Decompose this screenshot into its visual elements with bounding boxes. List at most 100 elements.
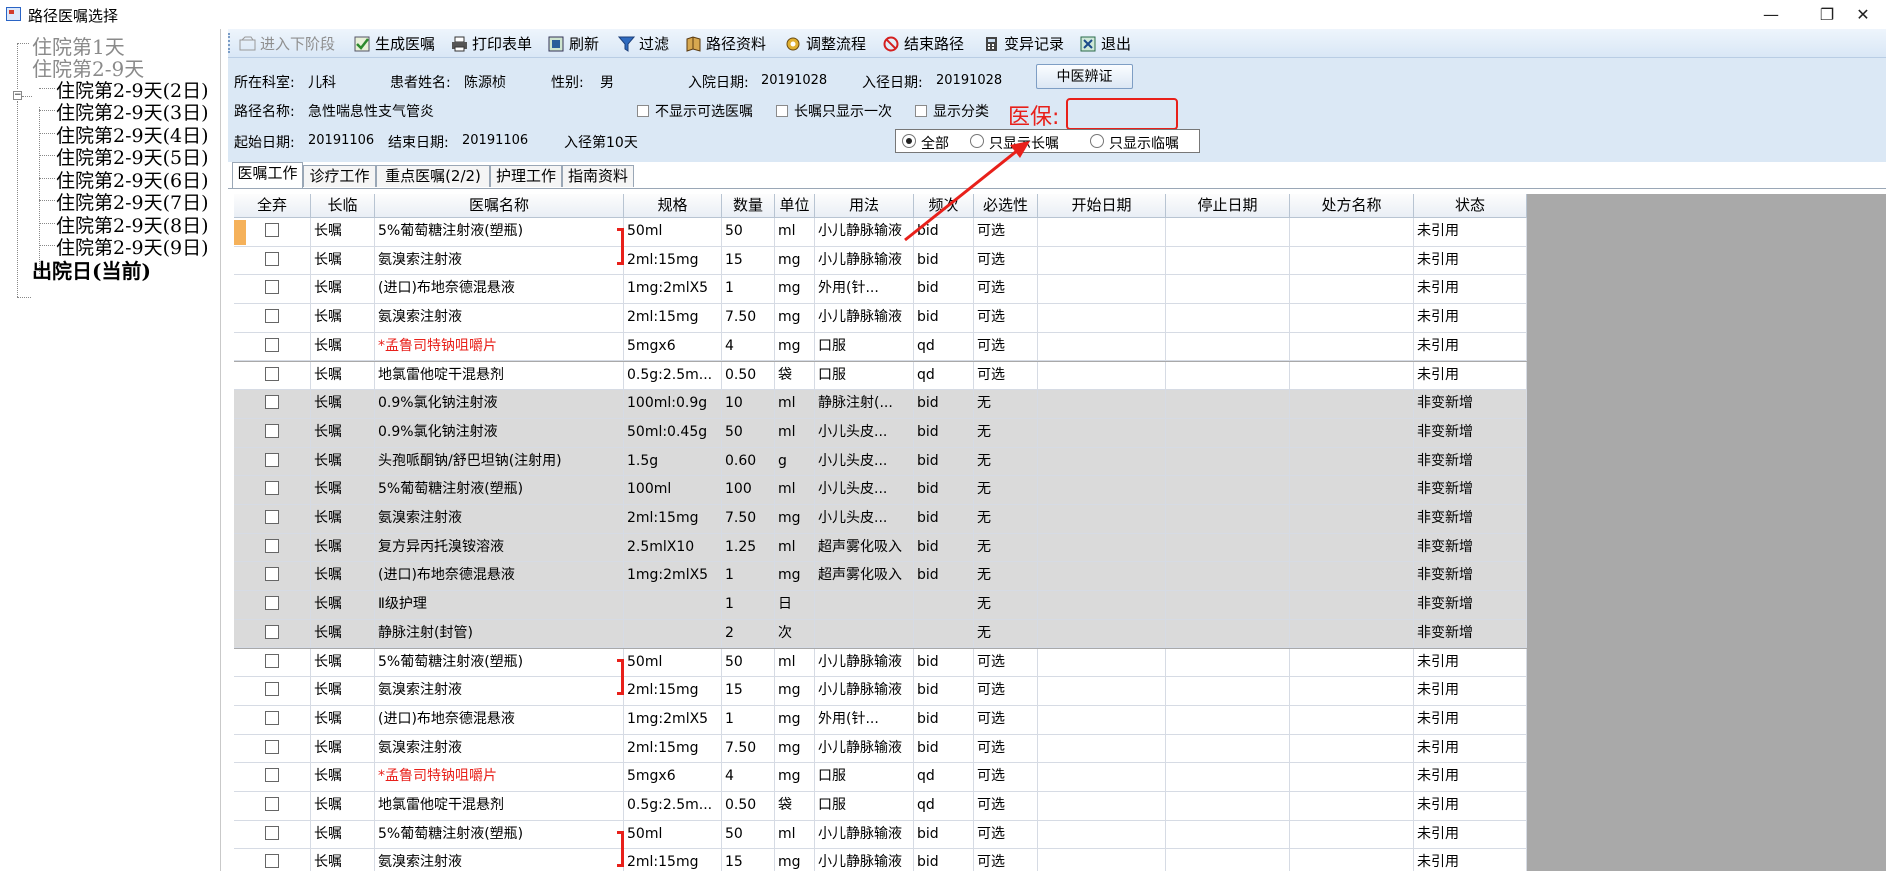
tcm-diagnosis-button[interactable]: 中医辨证 (1036, 64, 1133, 89)
column-header-name[interactable]: 医嘱名称 (375, 194, 624, 218)
discard-checkbox[interactable] (265, 710, 279, 725)
column-header-status[interactable]: 状态 (1414, 194, 1527, 218)
column-header-required[interactable]: 必选性 (974, 194, 1038, 218)
variance-record-button[interactable]: 变异记录 (983, 33, 1064, 53)
cell-status: 非变新增 (1414, 505, 1527, 534)
long-once-checkbox[interactable] (776, 105, 788, 117)
show-category-checkbox[interactable] (915, 105, 927, 117)
discard-checkbox[interactable] (265, 452, 279, 467)
radio-all[interactable] (902, 134, 916, 148)
end-path-button[interactable]: 结束路径 (883, 33, 964, 53)
column-header-usage[interactable]: 用法 (815, 194, 914, 218)
calculator-icon (983, 36, 1000, 52)
cell-stop (1166, 820, 1290, 850)
cell-name: 5%葡萄糖注射液(塑瓶) (375, 218, 624, 247)
adjust-flow-button[interactable]: 调整流程 (785, 33, 866, 53)
cell-stop (1166, 304, 1290, 333)
discard-checkbox[interactable] (265, 481, 279, 496)
cell-start (1038, 533, 1166, 563)
discard-checkbox[interactable] (265, 510, 279, 524)
table-row[interactable]: 长嘱 *孟鲁司特钠咀嚼片 5mgx6 4 mg 口服 qd 可选 未引用 (234, 332, 1527, 362)
tab-nursing[interactable]: 护理工作 (490, 165, 562, 187)
refresh-icon (548, 36, 565, 52)
discard-checkbox[interactable] (265, 280, 279, 295)
table-row[interactable]: 长嘱 5%葡萄糖注射液(塑瓶) 50ml 50 ml 小儿静脉输液 bid 可选 未引用 (234, 648, 1527, 678)
discard-checkbox[interactable] (265, 538, 279, 553)
discard-checkbox[interactable] (265, 825, 279, 840)
radio-temp-only[interactable] (1090, 134, 1104, 148)
discard-checkbox[interactable] (265, 653, 279, 668)
discard-checkbox[interactable] (265, 423, 279, 438)
table-row[interactable]: 长嘱 (进口)布地奈德混悬液 1mg:2mlX5 1 mg 外用(针... bid 可选 未引用 (234, 705, 1527, 735)
discard-checkbox[interactable] (265, 337, 279, 352)
table-row[interactable]: 长嘱 氨溴索注射液 2ml:15mg 7.50 mg 小儿静脉输液 bid 可选 未引用 (234, 304, 1527, 333)
cell-usage: 小儿静脉输液 (815, 246, 914, 276)
table-row[interactable]: 长嘱 (进口)布地奈德混悬液 1mg:2mlX5 1 mg 超声雾化吸入 bid 无 非变新增 (234, 562, 1527, 592)
tab-diagnosis[interactable]: 诊疗工作 (303, 165, 376, 187)
discard-cell (234, 763, 311, 792)
discard-checkbox[interactable] (265, 797, 279, 811)
column-header-freq[interactable]: 频次 (914, 194, 974, 218)
discard-checkbox[interactable] (265, 395, 279, 410)
table-row[interactable]: 长嘱 氨溴索注射液 2ml:15mg 15 mg 小儿静脉输液 bid 可选 未引用 (234, 677, 1527, 706)
table-row[interactable]: 长嘱 静脉注射(封管) 2 次 无 非变新增 (234, 619, 1527, 649)
column-header-rx[interactable]: 处方名称 (1290, 194, 1414, 218)
table-row[interactable]: 长嘱 5%葡萄糖注射液(塑瓶) 50ml 50 ml 小儿静脉输液 bid 可选 未引用 (234, 820, 1527, 850)
yibao-input[interactable] (1066, 98, 1178, 130)
discard-checkbox[interactable] (265, 366, 279, 381)
column-header-start[interactable]: 开始日期 (1038, 194, 1166, 218)
table-row[interactable]: 长嘱 地氯雷他啶干混悬剂 0.5g:2.5m... 0.50 袋口服 qd 可选 未引用 (234, 361, 1527, 391)
tree-node-discharge[interactable]: 出院日(当前) (32, 255, 151, 284)
cell-unit: ml (775, 390, 815, 419)
column-header-type[interactable]: 长临 (311, 194, 375, 218)
table-row[interactable]: 长嘱 5%葡萄糖注射液(塑瓶) 50ml 50 ml 小儿静脉输液 bid 可选 未引用 (234, 218, 1527, 247)
discard-checkbox[interactable] (265, 768, 279, 783)
discard-checkbox[interactable] (265, 596, 279, 611)
table-row[interactable]: 长嘱 氨溴索注射液 2ml:15mg 7.50 mg 小儿静脉输液 bid 可选 未引用 (234, 734, 1527, 764)
print-form-button[interactable]: 打印表单 (451, 33, 532, 53)
table-row[interactable]: 长嘱 5%葡萄糖注射液(塑瓶) 100ml 100 ml 小儿头皮... bid 无非变新增 (234, 476, 1527, 505)
cell-stop (1166, 533, 1290, 563)
path-info-button[interactable]: 路径资料 (685, 33, 766, 53)
table-row[interactable]: 长嘱 Ⅱ级护理 1 日 无 非变新增 (234, 591, 1527, 620)
discard-checkbox[interactable] (265, 739, 279, 754)
discard-checkbox[interactable] (265, 309, 279, 324)
cell-spec: 2ml:15mg (624, 849, 722, 871)
column-header-spec[interactable]: 规格 (624, 194, 722, 218)
exit-button[interactable]: 退出 (1080, 33, 1131, 53)
table-row[interactable]: 长嘱 0.9%氯化钠注射液 100ml:0.9g 10 ml 静脉注射(... bid 无 非变… (234, 390, 1527, 419)
discard-checkbox[interactable] (265, 624, 279, 639)
table-row[interactable]: 长嘱 复方异丙托溴铵溶液 2.5mlX10 1.25 ml 超声雾化吸入 bid 无 非变新增 (234, 533, 1527, 563)
tab-orders[interactable]: 医嘱工作 (232, 162, 303, 188)
table-row[interactable]: 长嘱 地氯雷他啶干混悬剂 0.5g:2.5m... 0.50 袋口服 qd 可选 未引用 (234, 792, 1527, 821)
table-row[interactable]: 长嘱 氨溴索注射液 2ml:15mg 15 mg 小儿静脉输液 bid 可选 未引用 (234, 246, 1527, 276)
table-row[interactable]: 长嘱 0.9%氯化钠注射液 50ml:0.45g 50 ml 小儿头皮... bid 无 非变新… (234, 418, 1527, 448)
cell-freq: bid (914, 820, 974, 850)
hide-optional-checkbox[interactable] (637, 105, 649, 117)
column-header-unit[interactable]: 单位 (775, 194, 815, 218)
radio-long-only[interactable] (970, 134, 984, 148)
table-row[interactable]: 长嘱 氨溴索注射液 2ml:15mg 7.50 mg 小儿头皮... bid 无 非变新增 (234, 505, 1527, 534)
table-row[interactable]: 长嘱 氨溴索注射液 2ml:15mg 15 mg 小儿静脉输液 bid 可选 未引用 (234, 849, 1527, 871)
cell-freq: qd (914, 792, 974, 821)
table-row[interactable]: 长嘱 头孢哌酮钠/舒巴坦钠(注射用) 1.5g 0.60 g 小儿头皮... bid 无 非变新… (234, 447, 1527, 477)
table-row[interactable]: 长嘱 (进口)布地奈德混悬液 1mg:2mlX5 1 mg 外用(针... bid 可选 未引用 (234, 275, 1527, 305)
generate-orders-button[interactable]: 生成医嘱 (354, 33, 435, 53)
collapse-icon[interactable]: − (13, 91, 22, 100)
discard-checkbox[interactable] (265, 682, 279, 697)
column-header-qty[interactable]: 数量 (722, 194, 775, 218)
minimize-button[interactable]: — (1748, 0, 1794, 29)
table-row[interactable]: 长嘱 *孟鲁司特钠咀嚼片 5mgx6 4 mg 口服 qd 可选 未引用 (234, 763, 1527, 792)
discard-checkbox[interactable] (265, 567, 279, 582)
discard-checkbox[interactable] (265, 223, 279, 237)
tab-key-orders[interactable]: 重点医嘱(2/2) (376, 165, 490, 187)
close-button[interactable]: ✕ (1840, 0, 1886, 29)
discard-checkbox[interactable] (265, 854, 279, 869)
discard-checkbox[interactable] (265, 251, 279, 266)
column-header-discard[interactable]: 全弃 (234, 194, 311, 218)
tab-guide[interactable]: 指南资料 (562, 165, 634, 187)
filter-button[interactable]: 过滤 (617, 33, 669, 53)
refresh-button[interactable]: 刷新 (548, 33, 599, 53)
next-stage-button[interactable]: 进入下阶段 (239, 33, 335, 53)
column-header-stop[interactable]: 停止日期 (1166, 194, 1290, 218)
